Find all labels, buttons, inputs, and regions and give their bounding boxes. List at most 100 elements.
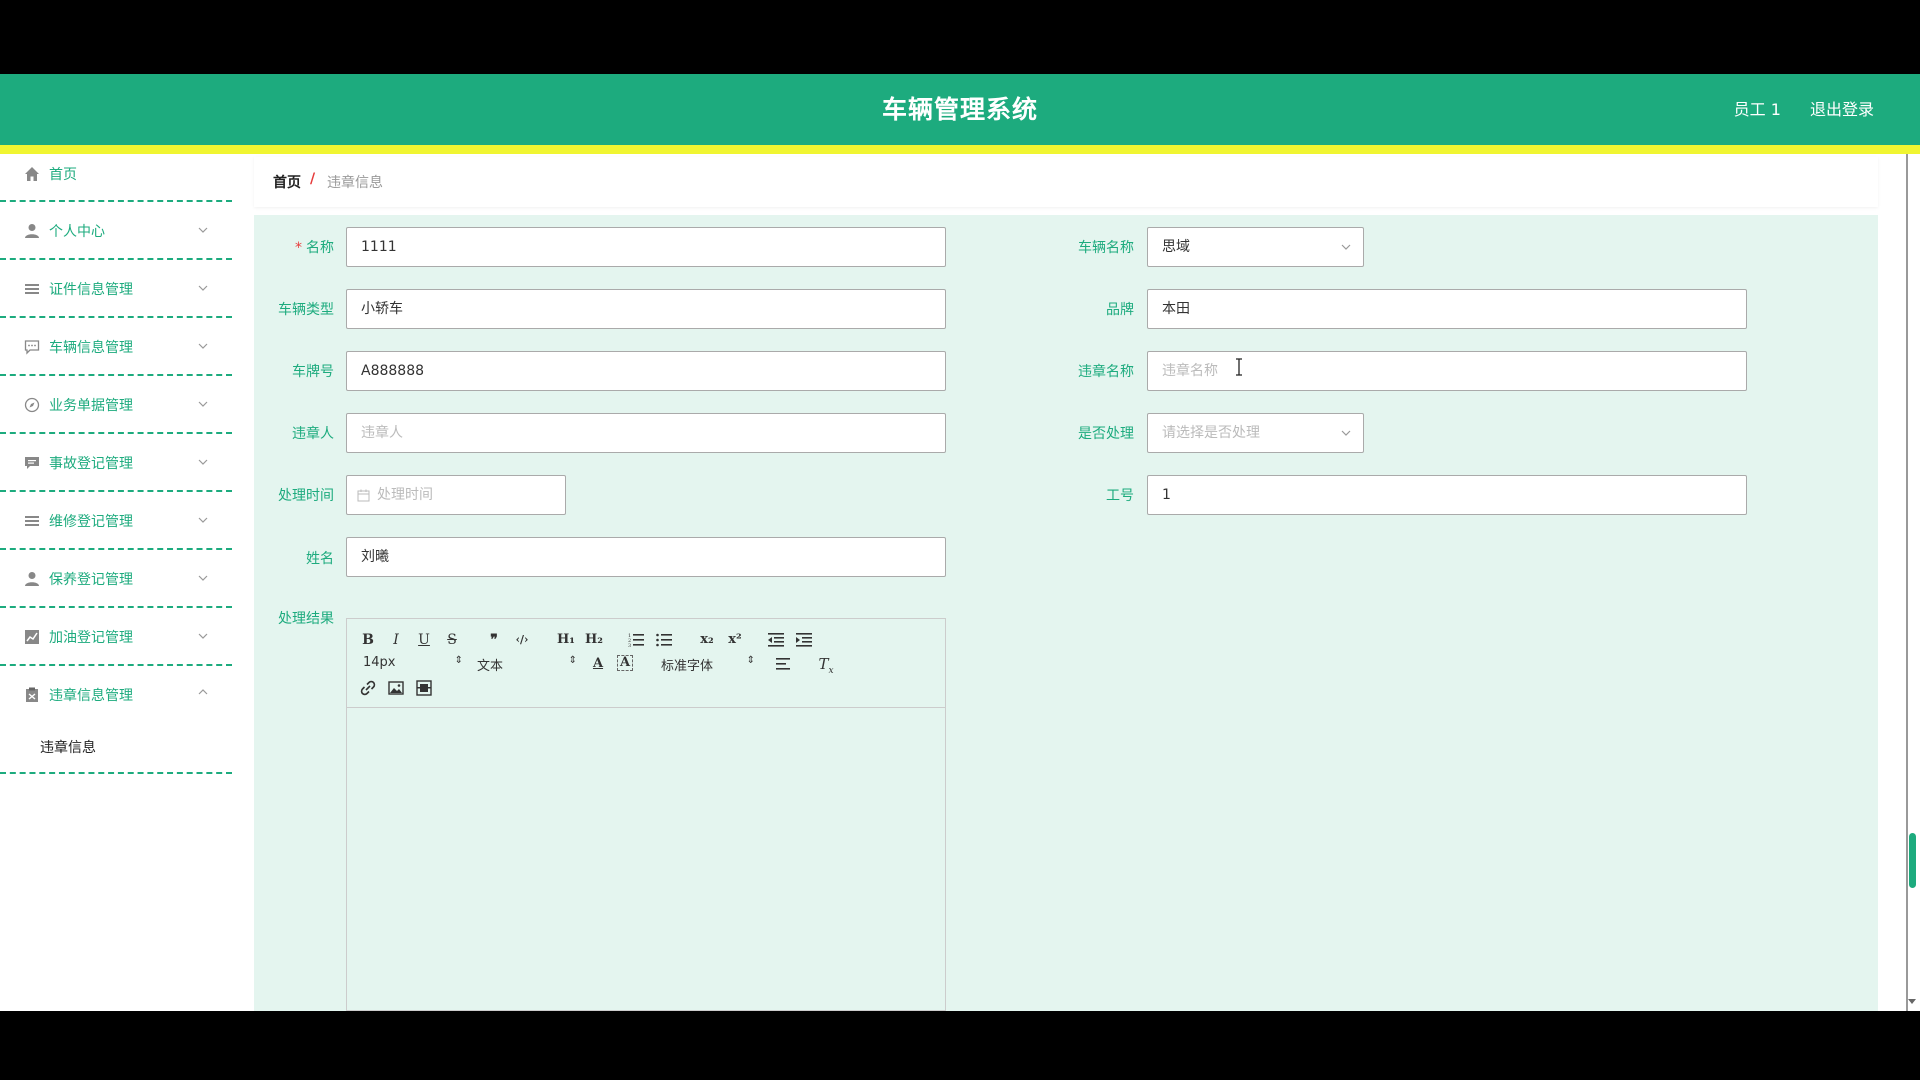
chevron-down-icon [198,227,208,233]
person-name-label: 姓名 [306,551,334,567]
home-icon [25,167,39,181]
select-caret-icon: ⇕ [454,655,463,666]
vehicle-name-value: 思域 [1162,239,1190,255]
violator-input[interactable]: 违章人 [346,413,946,453]
font-size-value: 14px [363,655,396,670]
sidebar-item-maintenance[interactable]: 保养登记管理 [0,550,232,608]
handled-placeholder: 请选择是否处理 [1162,425,1260,441]
sidebar-subitem-violation-info[interactable]: 违章信息 [0,724,232,774]
current-user[interactable]: 员工 1 [1734,100,1781,119]
sidebar-item-label: 维修登记管理 [49,514,133,530]
required-mark: * [295,240,302,256]
font-family-value: 标准字体 [661,659,714,674]
font-size-select[interactable]: 14px ⇕ [363,655,463,673]
violator-label: 违章人 [292,426,334,442]
align-icon[interactable] [775,655,793,673]
result-editor[interactable]: B I U S ❞ ‹/› H₁ H₂ 123 x₂ x² 14px ⇕ 文本 ⇕ … [346,618,946,1011]
result-label: 处理结果 [278,611,334,627]
sidebar-item-label: 证件信息管理 [49,282,133,298]
image-icon[interactable] [387,679,405,697]
chart-icon [25,630,39,644]
font-family-select[interactable]: 标准字体 ⇕ [661,655,755,674]
chevron-down-icon [198,401,208,407]
strikethrough-icon[interactable]: S [443,631,461,649]
sidebar-item-label: 车辆信息管理 [49,340,133,356]
handled-select[interactable]: 请选择是否处理 [1147,413,1364,453]
indent-icon[interactable] [795,631,813,649]
code-block-icon[interactable]: ‹/› [513,631,531,649]
superscript-icon[interactable]: x² [725,631,745,649]
bullet-list-icon[interactable] [655,631,673,649]
heading-2-icon[interactable]: H₂ [583,631,605,649]
plate-label: 车牌号 [292,364,334,380]
sidebar-item-vehicles[interactable]: 车辆信息管理 [0,318,232,376]
vehicle-name-label: 车辆名称 [1078,240,1134,256]
text-style-select[interactable]: 文本 ⇕ [477,655,577,674]
user-icon [25,572,39,586]
breadcrumb: 首页 / 违章信息 [254,157,1878,207]
editor-content-area[interactable] [347,709,945,1009]
person-name-input[interactable]: 刘曦 [346,537,946,577]
text-cursor-icon [1236,358,1242,376]
handle-time-placeholder: 处理时间 [377,487,433,503]
violation-name-label: 违章名称 [1078,364,1134,380]
sidebar-item-certificates[interactable]: 证件信息管理 [0,260,232,318]
header-stripe [0,145,1920,154]
handled-label: 是否处理 [1078,426,1134,442]
sidebar-item-accidents[interactable]: 事故登记管理 [0,434,232,492]
font-color-icon[interactable]: A [589,655,607,673]
name-input[interactable]: 1111 [346,227,946,267]
underline-icon[interactable]: U [415,631,433,649]
vehicle-type-input[interactable]: 小轿车 [346,289,946,329]
list-icon [25,516,39,526]
work-no-input[interactable]: 1 [1147,475,1747,515]
breadcrumb-separator: / [310,171,316,187]
outdent-icon[interactable] [767,631,785,649]
sidebar-item-label: 首页 [49,167,77,183]
clear-format-icon[interactable]: Tx [817,655,835,676]
background-color-icon[interactable]: A [617,655,633,671]
clipboard-icon [26,687,38,702]
sidebar-subitem-label: 违章信息 [40,740,96,756]
logout-button[interactable]: 退出登录 [1810,100,1874,119]
page-scrollbar-thumb[interactable] [1909,833,1916,888]
handle-time-picker[interactable]: 处理时间 [346,475,566,515]
user-area: 员工 1 退出登录 [1710,74,1874,145]
breadcrumb-home[interactable]: 首页 [273,172,301,192]
calendar-icon [357,489,370,502]
bold-icon[interactable]: B [359,631,377,649]
chevron-down-icon [198,285,208,291]
user-icon [25,224,39,238]
chevron-down-icon [1341,430,1351,436]
brand-label: 品牌 [1106,302,1134,318]
sidebar-item-label: 业务单据管理 [49,398,133,414]
name-label: * 名称 [254,237,334,257]
sidebar-item-personal-center[interactable]: 个人中心 [0,202,232,260]
handle-time-label: 处理时间 [278,488,334,504]
chevron-down-icon [198,633,208,639]
brand-input[interactable]: 本田 [1147,289,1747,329]
ordered-list-icon[interactable]: 123 [627,631,645,649]
sidebar-item-refueling[interactable]: 加油登记管理 [0,608,232,666]
chevron-down-icon [198,343,208,349]
chevron-down-icon [198,575,208,581]
sidebar-item-home[interactable]: 首页 [0,154,232,202]
blockquote-icon[interactable]: ❞ [485,631,503,649]
heading-1-icon[interactable]: H₁ [555,631,577,649]
chevron-down-icon [1341,244,1351,250]
sidebar-item-label: 保养登记管理 [49,572,133,588]
link-icon[interactable] [359,679,377,697]
vehicle-type-label: 车辆类型 [278,302,334,318]
sidebar-item-violations[interactable]: 违章信息管理 [0,666,232,724]
editor-toolbar: B I U S ❞ ‹/› H₁ H₂ 123 x₂ x² 14px ⇕ 文本 ⇕ … [347,619,945,708]
subscript-icon[interactable]: x₂ [697,631,717,649]
plate-input[interactable]: A888888 [346,351,946,391]
scroll-down-arrow-icon[interactable] [1907,998,1917,1006]
select-caret-icon: ⇕ [746,655,755,666]
video-icon[interactable] [415,679,433,697]
italic-icon[interactable]: I [387,631,405,649]
sidebar-item-repairs[interactable]: 维修登记管理 [0,492,232,550]
chevron-down-icon [198,517,208,523]
sidebar-item-business-docs[interactable]: 业务单据管理 [0,376,232,434]
vehicle-name-select[interactable]: 思域 [1147,227,1364,267]
